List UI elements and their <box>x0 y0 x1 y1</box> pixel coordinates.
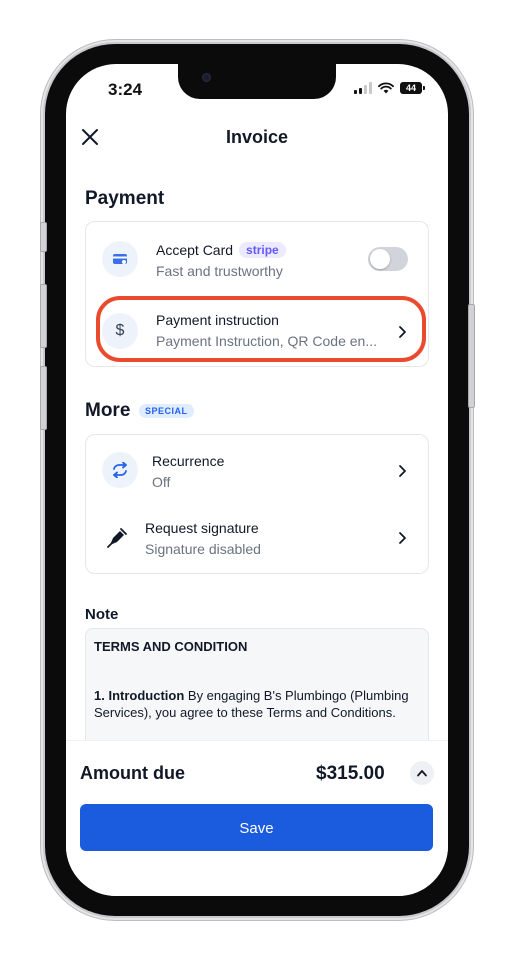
status-time: 3:24 <box>108 80 143 99</box>
special-badge: SPECIAL <box>139 404 194 418</box>
more-section-title: More <box>85 400 131 421</box>
chevron-right-icon <box>399 532 406 544</box>
card-icon <box>102 241 138 277</box>
accept-card-toggle[interactable] <box>368 247 408 271</box>
volume-down-button <box>40 366 47 430</box>
accept-card-title: Accept Card stripe <box>156 242 286 258</box>
page-title: Invoice <box>225 127 289 147</box>
request-signature-row[interactable]: Request signature Signature disabled <box>86 505 428 571</box>
chevron-right-icon <box>399 465 406 477</box>
more-card: Recurrence Off Request signature Signatu… <box>85 434 429 574</box>
wifi-icon <box>378 82 394 94</box>
payment-section-title: Payment <box>85 188 165 209</box>
header: Invoice <box>66 122 448 154</box>
camera-icon <box>202 73 211 82</box>
toggle-knob <box>370 249 390 269</box>
power-button <box>468 304 475 408</box>
recurrence-row[interactable]: Recurrence Off <box>86 437 428 503</box>
notch <box>178 64 336 99</box>
expand-amount-button[interactable] <box>410 761 434 785</box>
recurrence-subtitle: Off <box>152 474 171 490</box>
status-icons: 44 <box>354 82 425 94</box>
repeat-icon <box>102 452 138 488</box>
mute-switch <box>40 222 47 252</box>
note-heading: TERMS AND CONDITION <box>94 639 248 654</box>
signal-icon <box>354 82 372 94</box>
save-button[interactable]: Save <box>80 804 433 851</box>
accept-card-label: Accept Card <box>156 242 234 258</box>
note-intro-bold: 1. Introduction <box>94 688 185 703</box>
battery-icon: 44 <box>400 82 425 94</box>
signature-title: Request signature <box>145 520 259 536</box>
footer: Amount due $315.00 Save <box>66 740 448 896</box>
app-screen: 3:24 44 Invoice Payment Accept Card stri… <box>66 64 448 896</box>
amount-due-label: Amount due <box>80 763 185 783</box>
stripe-badge: stripe <box>239 242 286 258</box>
accept-card-subtitle: Fast and trustworthy <box>156 263 283 279</box>
highlight-outline <box>96 296 426 362</box>
signature-subtitle: Signature disabled <box>145 541 261 557</box>
chevron-up-icon <box>417 770 427 777</box>
note-textarea[interactable]: TERMS AND CONDITION 1. Introduction By e… <box>85 628 429 750</box>
note-body: 1. Introduction By engaging B's Plumbing… <box>94 687 420 721</box>
recurrence-title: Recurrence <box>152 453 225 469</box>
accept-card-row[interactable]: Accept Card stripe Fast and trustworthy <box>86 226 428 292</box>
pen-icon <box>107 528 127 548</box>
note-label: Note <box>85 606 119 623</box>
amount-due-value: $315.00 <box>316 763 385 784</box>
volume-up-button <box>40 284 47 348</box>
